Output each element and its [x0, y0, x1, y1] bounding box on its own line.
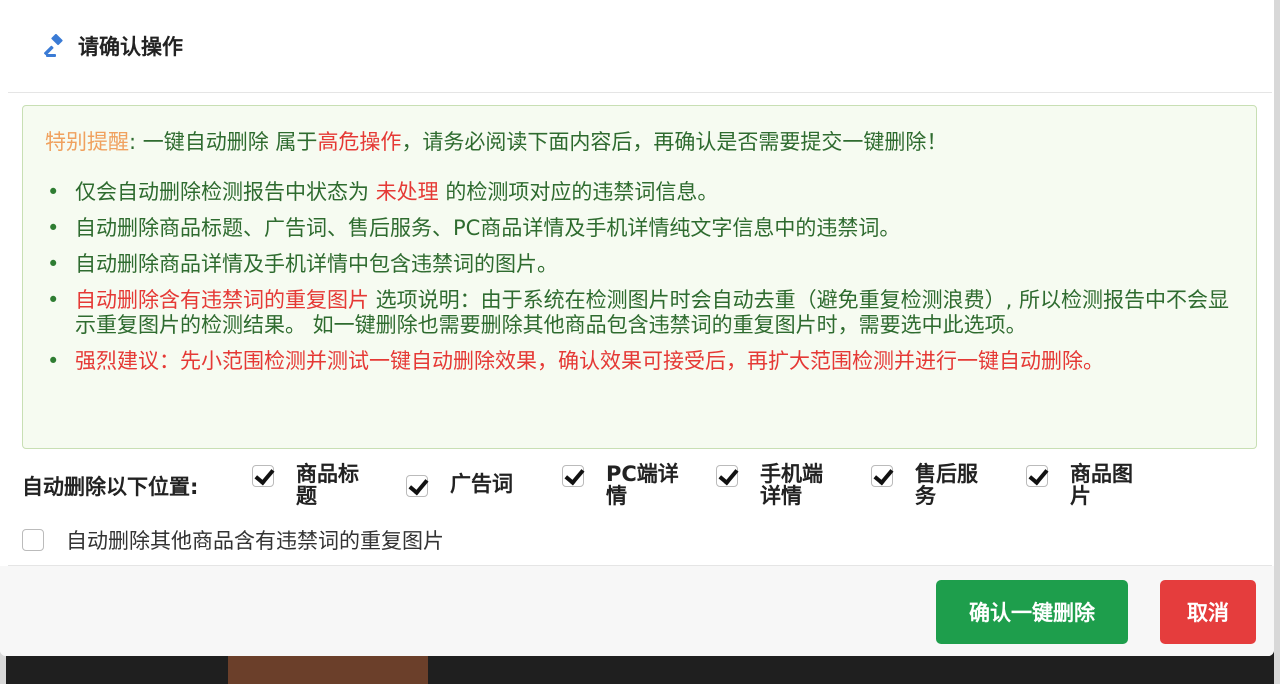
list-item-text: 自动删除商品详情及手机详情中包含违禁词的图片。	[75, 252, 558, 276]
alert-prefix: 特别提醒	[45, 130, 129, 154]
dialog-header: 请确认操作	[0, 0, 1274, 92]
confirm-delete-button[interactable]: 确认一键删除	[936, 580, 1128, 644]
list-item: 自动删除含有违禁词的重复图片 选项说明：由于系统在检测图片时会自动去重（避免重复…	[45, 288, 1240, 338]
confirm-dialog: 请确认操作 特别提醒: 一键自动删除 属于高危操作，请务必阅读下面内容后，再确认…	[0, 0, 1274, 656]
list-item-highlight: 强烈建议：先小范围检测并测试一键自动删除效果，确认效果可接受后，再扩大范围检测并…	[75, 349, 1104, 373]
checkbox-icon[interactable]	[406, 475, 428, 497]
alert-text: : 一键自动删除 属于	[129, 130, 318, 154]
checkbox-icon[interactable]	[871, 465, 893, 487]
checkbox-pc-detail[interactable]: PC端详情	[562, 463, 686, 507]
alert-text-tail: ，请务必阅读下面内容后，再确认是否需要提交一键删除！	[401, 130, 948, 154]
background-block	[228, 656, 428, 684]
checkbox-icon[interactable]	[252, 465, 274, 487]
alert-danger-text: 高危操作	[317, 130, 402, 154]
list-item-highlight: 自动删除含有违禁词的重复图片	[75, 288, 369, 312]
checkbox-ad-words[interactable]: 广告词	[406, 473, 530, 497]
warning-alert: 特别提醒: 一键自动删除 属于高危操作，请务必阅读下面内容后，再确认是否需要提交…	[22, 105, 1257, 449]
list-item: 强烈建议：先小范围检测并测试一键自动删除效果，确认效果可接受后，再扩大范围检测并…	[45, 349, 1240, 374]
list-item-text: 的检测项对应的违禁词信息。	[438, 180, 719, 204]
checkbox-icon[interactable]	[1026, 465, 1048, 487]
checkbox-label: PC端详情	[606, 462, 679, 508]
list-item-text: 自动删除商品标题、广告词、售后服务、PC商品详情及手机详情纯文字信息中的违禁词。	[75, 216, 901, 240]
alert-list: 仅会自动删除检测报告中状态为 未处理 的检测项对应的违禁词信息。 自动删除商品标…	[45, 180, 1240, 385]
checkbox-label: 自动删除其他商品含有违禁词的重复图片	[66, 529, 444, 553]
checkbox-label: 广告词	[450, 472, 513, 496]
delete-positions: 自动删除以下位置: 商品标题 广告词 PC端详情 手机端详情 售后服务 商品图片	[22, 461, 1262, 511]
checkbox-label: 商品标题	[296, 462, 359, 508]
checkbox-product-title[interactable]: 商品标题	[252, 463, 376, 507]
gavel-icon	[44, 34, 68, 58]
checkbox-icon[interactable]	[562, 465, 584, 487]
list-item: 自动删除商品详情及手机详情中包含违禁词的图片。	[45, 252, 1240, 277]
checkbox-after-sales[interactable]: 售后服务	[871, 463, 995, 507]
checkbox-label: 商品图片	[1070, 462, 1133, 508]
checkbox-label: 售后服务	[915, 462, 978, 508]
list-item-highlight: 未处理	[375, 180, 439, 204]
list-item: 仅会自动删除检测报告中状态为 未处理 的检测项对应的违禁词信息。	[45, 180, 1240, 205]
checkbox-mobile-detail[interactable]: 手机端详情	[716, 463, 840, 507]
checkbox-other-duplicate-images[interactable]: 自动删除其他商品含有违禁词的重复图片	[22, 525, 444, 555]
positions-label: 自动删除以下位置:	[22, 475, 199, 499]
checkbox-icon[interactable]	[716, 465, 738, 487]
list-item-text: 仅会自动删除检测报告中状态为	[75, 180, 376, 204]
cancel-button[interactable]: 取消	[1160, 580, 1256, 644]
dialog-title: 请确认操作	[78, 35, 183, 59]
checkbox-label: 手机端详情	[760, 462, 823, 508]
dialog-body: 特别提醒: 一键自动删除 属于高危操作，请务必阅读下面内容后，再确认是否需要提交…	[8, 92, 1272, 566]
alert-headline: 特别提醒: 一键自动删除 属于高危操作，请务必阅读下面内容后，再确认是否需要提交…	[45, 126, 947, 156]
background-strip-right	[1274, 0, 1280, 684]
list-item: 自动删除商品标题、广告词、售后服务、PC商品详情及手机详情纯文字信息中的违禁词。	[45, 216, 1240, 241]
dialog-footer: 确认一键删除 取消	[0, 566, 1274, 656]
checkbox-product-images[interactable]: 商品图片	[1026, 463, 1150, 507]
checkbox-icon[interactable]	[22, 529, 44, 551]
